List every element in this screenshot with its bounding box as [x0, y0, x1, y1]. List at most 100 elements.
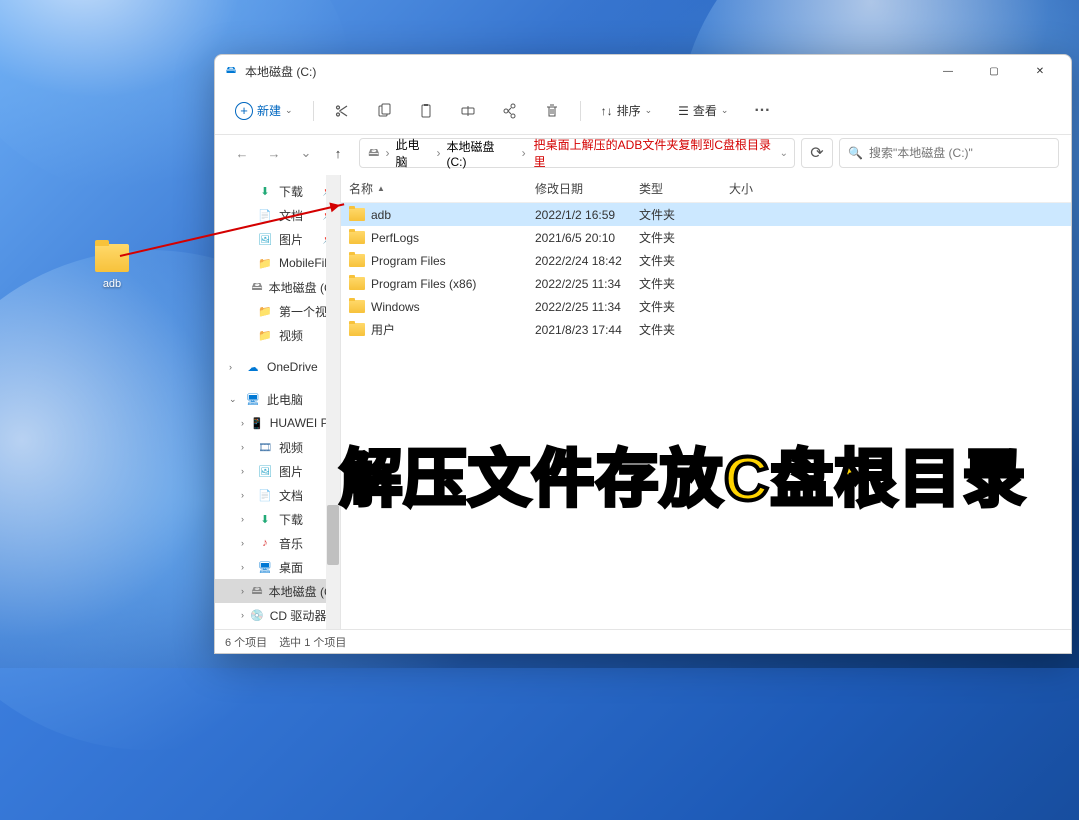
sidebar-icon: 📱	[250, 415, 264, 431]
sidebar-item[interactable]: ›💿CD 驱动器 (D:)	[215, 603, 340, 627]
sidebar-item[interactable]: ›☁OneDrive	[215, 355, 340, 379]
chevron-icon: ⌄	[229, 394, 239, 405]
sidebar-item[interactable]: ›🖴本地磁盘 (C:)	[215, 579, 340, 603]
refresh-button[interactable]: ⟳	[801, 138, 833, 168]
file-name: Program Files (x86)	[371, 277, 476, 291]
chevron-icon: ›	[241, 442, 251, 452]
column-size[interactable]: 大小	[721, 180, 781, 197]
file-type: 文件夹	[631, 229, 721, 246]
file-type: 文件夹	[631, 206, 721, 223]
up-button[interactable]: ↑	[323, 138, 353, 168]
sidebar-icon: 📁	[257, 303, 273, 319]
sidebar-label: 下载	[279, 183, 303, 200]
file-row[interactable]: adb2022/1/2 16:59文件夹	[341, 203, 1071, 226]
chevron-icon: ›	[241, 562, 251, 572]
forward-button[interactable]: →	[259, 138, 289, 168]
file-date: 2022/2/25 11:34	[527, 277, 631, 291]
sidebar-item[interactable]: ›📱HUAWEI P20	[215, 411, 340, 435]
delete-button[interactable]	[534, 95, 570, 127]
sidebar-item[interactable]: › 🖥 桌面	[215, 555, 340, 579]
address-row: ← → ⌄ ↑ 🖴 › 此电脑 › 本地磁盘 (C:) › 把桌面上解压的ADB…	[215, 135, 1071, 175]
sort-button[interactable]: ↑↓ 排序 ⌄	[591, 95, 663, 127]
folder-icon	[349, 208, 365, 221]
sidebar-item[interactable]: ⬇下载📌	[215, 179, 340, 203]
file-name: Windows	[371, 300, 420, 314]
chevron-icon: ›	[241, 538, 251, 548]
breadcrumb-thispc[interactable]: 此电脑	[394, 134, 433, 172]
file-date: 2021/8/23 17:44	[527, 323, 631, 337]
file-row[interactable]: 用户2021/8/23 17:44文件夹	[341, 318, 1071, 341]
close-button[interactable]: ✕	[1017, 55, 1063, 87]
chevron-icon: ›	[241, 418, 244, 428]
sidebar-item[interactable]: 📁MobileFile	[215, 251, 340, 275]
sort-indicator-icon: ▲	[377, 184, 385, 193]
sidebar-item[interactable]: ⌄🖥此电脑	[215, 387, 340, 411]
rename-icon	[460, 103, 476, 119]
file-row[interactable]: Program Files2022/2/24 18:42文件夹	[341, 249, 1071, 272]
column-type[interactable]: 类型	[631, 180, 721, 197]
desktop-folder-adb[interactable]: adb	[90, 244, 134, 292]
sidebar-item[interactable]: 📄文档📌	[215, 203, 340, 227]
search-box[interactable]: 🔍	[839, 138, 1059, 168]
address-bar[interactable]: 🖴 › 此电脑 › 本地磁盘 (C:) › 把桌面上解压的ADB文件夹复制到C盘…	[359, 138, 795, 168]
recent-button[interactable]: ⌄	[291, 138, 321, 168]
sidebar-item[interactable]: ›⬇下载	[215, 507, 340, 531]
search-input[interactable]	[869, 146, 1050, 160]
sidebar-label: 图片	[279, 231, 303, 248]
file-type: 文件夹	[631, 298, 721, 315]
sidebar-icon: 🖥	[245, 391, 261, 407]
paste-button[interactable]	[408, 95, 444, 127]
chevron-down-icon[interactable]: ⌄	[780, 148, 788, 159]
sidebar-item[interactable]: ›🖼图片	[215, 459, 340, 483]
new-button[interactable]: + 新建 ⌄	[225, 95, 303, 127]
share-icon	[502, 103, 518, 119]
share-button[interactable]	[492, 95, 528, 127]
chevron-icon: ›	[241, 466, 251, 476]
folder-icon	[95, 244, 129, 272]
sidebar-icon: ⬇	[257, 183, 273, 199]
file-type: 文件夹	[631, 252, 721, 269]
sidebar-item[interactable]: 📁第一个视频	[215, 299, 340, 323]
column-name[interactable]: 名称▲	[341, 180, 527, 197]
view-button[interactable]: ☰ 查看 ⌄	[668, 95, 738, 127]
sidebar-icon: 🖴	[252, 279, 263, 295]
sidebar-item[interactable]: ›♪音乐	[215, 531, 340, 555]
file-name: adb	[371, 208, 391, 222]
sidebar-item[interactable]: 🖴本地磁盘 (C:)	[215, 275, 340, 299]
rename-button[interactable]	[450, 95, 486, 127]
sidebar-icon: 📁	[257, 255, 273, 271]
sidebar-item[interactable]: ›📄文档	[215, 483, 340, 507]
file-row[interactable]: PerfLogs2021/6/5 20:10文件夹	[341, 226, 1071, 249]
sidebar-item[interactable]: 📁视频	[215, 323, 340, 347]
more-button[interactable]: ···	[744, 95, 780, 127]
file-type: 文件夹	[631, 275, 721, 292]
maximize-button[interactable]: ▢	[971, 55, 1017, 87]
status-count: 6 个项目	[225, 634, 267, 650]
back-button[interactable]: ←	[227, 138, 257, 168]
column-date[interactable]: 修改日期	[527, 180, 631, 197]
minimize-button[interactable]: —	[925, 55, 971, 87]
annotation-red-text: 把桌面上解压的ADB文件夹复制到C盘根目录里	[534, 136, 776, 170]
copy-icon	[376, 103, 392, 119]
sidebar-icon: ⬇	[257, 511, 273, 527]
sidebar-label: 桌面	[279, 559, 303, 576]
sidebar-item[interactable]: ›🎞视频	[215, 435, 340, 459]
folder-icon	[349, 231, 365, 244]
sidebar-icon: 🖥	[257, 559, 273, 575]
file-row[interactable]: Program Files (x86) 2022/2/25 11:34文件夹	[341, 272, 1071, 295]
scrollbar[interactable]	[326, 175, 340, 629]
sidebar-icon: 🎞	[257, 439, 273, 455]
chevron-icon: ›	[241, 610, 244, 620]
copy-button[interactable]	[366, 95, 402, 127]
file-name: 用户	[371, 321, 395, 338]
view-icon: ☰	[678, 104, 689, 118]
trash-icon	[544, 103, 560, 119]
cut-button[interactable]	[324, 95, 360, 127]
file-date: 2022/2/25 11:34	[527, 300, 631, 314]
breadcrumb-drive[interactable]: 本地磁盘 (C:)	[444, 136, 517, 171]
file-view: 名称▲ 修改日期 类型 大小 adb2022/1/2 16:59文件夹PerfL…	[341, 175, 1071, 629]
file-row[interactable]: Windows 2022/2/25 11:34文件夹	[341, 295, 1071, 318]
titlebar[interactable]: 🖴 本地磁盘 (C:) — ▢ ✕	[215, 55, 1071, 87]
scrollbar-thumb[interactable]	[327, 505, 339, 565]
clipboard-icon	[418, 103, 434, 119]
